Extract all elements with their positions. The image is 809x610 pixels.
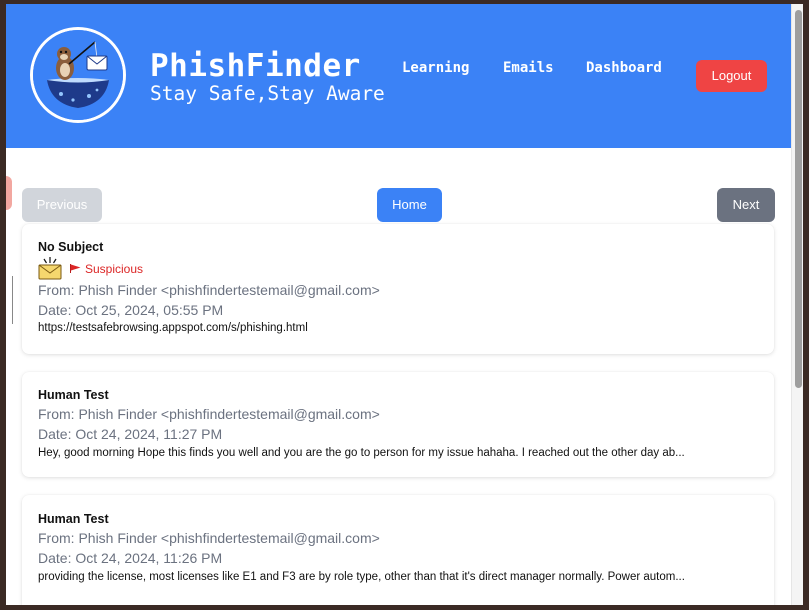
email-subject: No Subject <box>38 240 104 254</box>
vertical-scrollbar[interactable] <box>791 4 803 605</box>
nav-dashboard[interactable]: Dashboard <box>586 60 662 76</box>
email-date: Date: Oct 24, 2024, 11:27 PM <box>38 426 223 442</box>
warning-envelope-icon <box>38 257 62 280</box>
email-from: From: Phish Finder <phishfindertestemail… <box>38 530 380 546</box>
email-date: Date: Oct 24, 2024, 11:26 PM <box>38 550 223 566</box>
brand-tagline: Stay Safe,Stay Aware <box>150 82 385 105</box>
email-subject: Human Test <box>38 512 109 526</box>
email-snippet: Hey, good morning Hope this finds you we… <box>38 447 685 459</box>
nav-emails[interactable]: Emails <box>503 60 554 76</box>
email-date: Date: Oct 25, 2024, 05:55 PM <box>38 302 224 318</box>
fishing-otter-logo-icon[interactable] <box>30 27 126 123</box>
email-snippet: providing the license, most licenses lik… <box>38 571 685 583</box>
app-window: PhishFinder Stay Safe,Stay Aware Learnin… <box>6 4 803 605</box>
previous-button[interactable]: Previous <box>22 188 102 222</box>
app-header: PhishFinder Stay Safe,Stay Aware Learnin… <box>6 4 791 148</box>
next-button[interactable]: Next <box>717 188 775 222</box>
email-card[interactable]: Human Test From: Phish Finder <phishfind… <box>22 495 774 605</box>
brand-title: PhishFinder <box>150 48 361 84</box>
logout-button[interactable]: Logout <box>696 60 767 92</box>
background-window-edge <box>6 176 12 210</box>
email-from: From: Phish Finder <phishfindertestemail… <box>38 406 380 422</box>
email-from: From: Phish Finder <phishfindertestemail… <box>38 282 380 298</box>
background-window-edge <box>6 276 13 324</box>
email-card[interactable]: No Subject Suspicious From: Phish Finder… <box>22 224 774 354</box>
home-button[interactable]: Home <box>377 188 442 222</box>
scrollbar-thumb[interactable] <box>795 10 802 388</box>
nav-learning[interactable]: Learning <box>402 60 469 76</box>
email-subject: Human Test <box>38 388 109 402</box>
email-card[interactable]: Human Test From: Phish Finder <phishfind… <box>22 372 774 477</box>
red-flag-icon <box>70 264 81 273</box>
suspicious-label: Suspicious <box>85 262 144 276</box>
email-snippet: https://testsafebrowsing.appspot.com/s/p… <box>38 322 308 334</box>
